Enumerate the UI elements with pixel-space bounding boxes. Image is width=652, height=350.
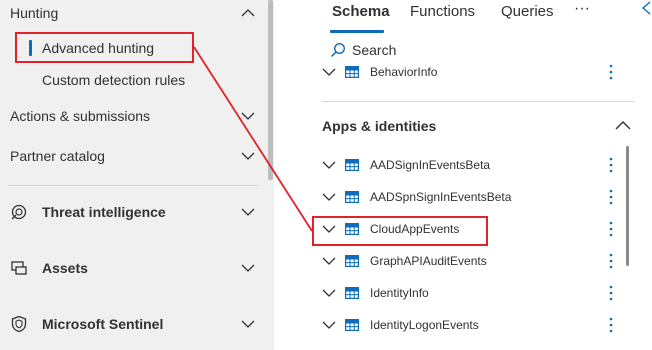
nav-divider bbox=[8, 185, 258, 186]
annotation-highlight-advanced-hunting bbox=[15, 32, 194, 63]
chevron-down-icon[interactable] bbox=[240, 108, 256, 124]
table-icon bbox=[345, 319, 359, 331]
schema-table-row[interactable]: AADSpnSignInEventsBeta bbox=[318, 186, 628, 208]
chevron-left-icon[interactable] bbox=[640, 0, 652, 16]
schema-table-name: AADSignInEventsBeta bbox=[370, 158, 491, 172]
schema-table-name: GraphAPIAuditEvents bbox=[370, 254, 487, 268]
nav-group-actions-submissions[interactable]: Actions & submissions bbox=[0, 100, 268, 132]
chevron-down-icon[interactable] bbox=[240, 316, 256, 332]
nav-item-custom-detection-rules-label: Custom detection rules bbox=[42, 72, 186, 88]
table-icon bbox=[345, 255, 359, 267]
nav-group-partner-catalog[interactable]: Partner catalog bbox=[0, 140, 268, 172]
section-title-apps-identities[interactable]: Apps & identities bbox=[322, 118, 436, 134]
more-options-icon[interactable] bbox=[608, 285, 614, 301]
nav-group-hunting-label: Hunting bbox=[10, 5, 59, 21]
table-icon bbox=[345, 191, 359, 203]
more-options-icon[interactable] bbox=[608, 189, 614, 205]
schema-table-name: IdentityInfo bbox=[370, 286, 429, 300]
more-options-icon[interactable] bbox=[608, 253, 614, 269]
schema-table-name: AADSpnSignInEventsBeta bbox=[370, 190, 512, 204]
more-options-icon[interactable] bbox=[608, 157, 614, 173]
chevron-down-icon[interactable] bbox=[322, 318, 336, 332]
nav-group-assets-label: Assets bbox=[42, 260, 88, 276]
search-label: Search bbox=[352, 42, 397, 58]
assets-icon bbox=[11, 261, 27, 275]
table-icon bbox=[345, 159, 359, 171]
nav-group-microsoft-sentinel-label: Microsoft Sentinel bbox=[42, 316, 164, 332]
schema-table-row[interactable]: IdentityLogonEvents bbox=[318, 314, 628, 336]
nav-group-threat-intelligence[interactable]: Threat intelligence bbox=[0, 196, 268, 228]
chevron-down-icon[interactable] bbox=[240, 204, 256, 220]
annotation-highlight-cloudappevents bbox=[312, 216, 488, 246]
tab-queries[interactable]: Queries bbox=[501, 3, 554, 20]
chevron-down-icon[interactable] bbox=[322, 190, 336, 204]
schema-search[interactable]: Search bbox=[330, 40, 396, 60]
chevron-down-icon[interactable] bbox=[322, 254, 336, 268]
nav-scrollbar[interactable] bbox=[268, 0, 273, 180]
nav-item-custom-detection-rules[interactable]: Custom detection rules bbox=[0, 64, 268, 96]
more-options-icon[interactable] bbox=[608, 64, 614, 80]
schema-table-row[interactable]: IdentityInfo bbox=[318, 282, 628, 304]
shield-icon bbox=[11, 315, 27, 333]
schema-table-name: IdentityLogonEvents bbox=[370, 318, 479, 332]
nav-group-partner-catalog-label: Partner catalog bbox=[10, 148, 105, 164]
tab-active-indicator bbox=[330, 30, 384, 33]
chevron-down-icon[interactable] bbox=[322, 286, 336, 300]
nav-group-microsoft-sentinel[interactable]: Microsoft Sentinel bbox=[0, 308, 268, 340]
section-divider bbox=[322, 101, 634, 102]
nav-group-actions-submissions-label: Actions & submissions bbox=[10, 108, 151, 124]
more-options-icon[interactable] bbox=[608, 317, 614, 333]
nav-group-hunting[interactable]: Hunting bbox=[0, 0, 268, 29]
more-tabs-button[interactable]: ··· bbox=[574, 0, 590, 18]
nav-group-threat-intelligence-label: Threat intelligence bbox=[42, 204, 166, 220]
schema-table-row[interactable]: GraphAPIAuditEvents bbox=[318, 250, 628, 272]
chevron-down-icon[interactable] bbox=[322, 158, 336, 172]
nav-group-assets[interactable]: Assets bbox=[0, 252, 268, 284]
chevron-up-icon[interactable] bbox=[614, 118, 632, 134]
threat-intelligence-icon bbox=[11, 204, 27, 220]
tab-schema[interactable]: Schema bbox=[332, 3, 390, 20]
table-icon bbox=[345, 66, 359, 78]
search-icon bbox=[330, 42, 346, 58]
chevron-up-icon[interactable] bbox=[240, 5, 256, 21]
chevron-down-icon[interactable] bbox=[240, 260, 256, 276]
tab-functions[interactable]: Functions bbox=[410, 3, 475, 20]
chevron-down-icon[interactable] bbox=[240, 148, 256, 164]
schema-table-name: BehaviorInfo bbox=[370, 65, 438, 79]
schema-table-row[interactable]: BehaviorInfo bbox=[318, 61, 628, 83]
table-icon bbox=[345, 287, 359, 299]
more-options-icon[interactable] bbox=[608, 221, 614, 237]
schema-table-row[interactable]: AADSignInEventsBeta bbox=[318, 154, 628, 176]
chevron-down-icon[interactable] bbox=[322, 65, 336, 79]
